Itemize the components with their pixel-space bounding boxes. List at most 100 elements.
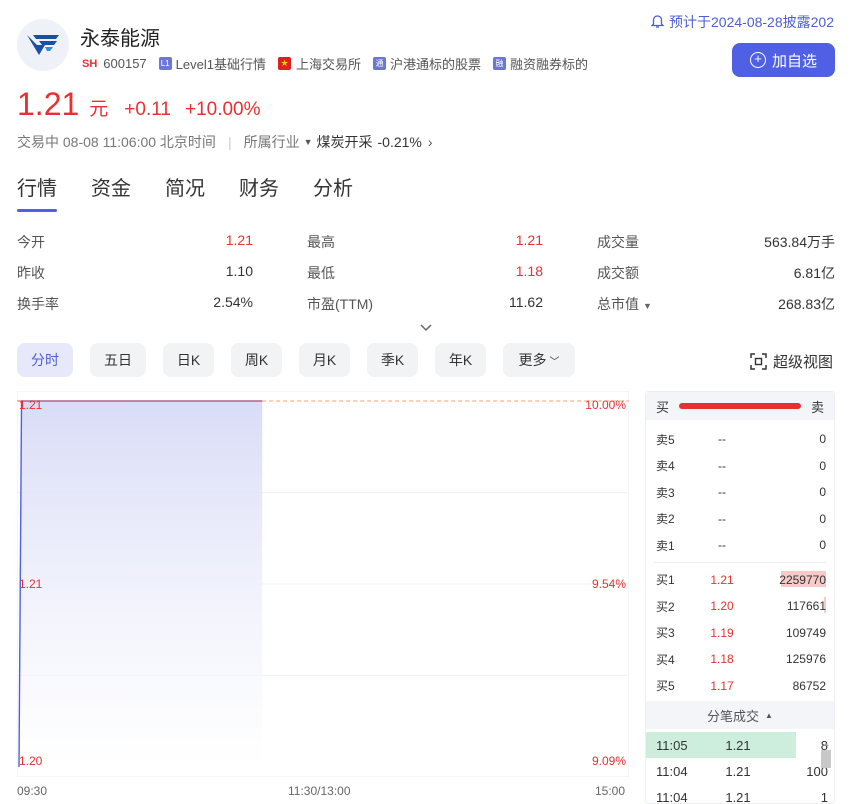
add-watchlist-button[interactable]: + 加自选 [732,43,835,77]
level-price: -- [718,511,726,526]
y-label-right: 10.00% [585,398,626,412]
level-price: -- [718,458,726,473]
stat-pe: 市盈(TTM) 11.62 [307,293,543,312]
level-label: 买4 [656,652,675,667]
period-yearly[interactable]: 年K [435,343,486,377]
bid-row: 买4 1.18 125976 [646,646,834,673]
level-label: 买5 [656,679,675,694]
bid-levels: 买1 1.21 2259770 买2 1.20 117661 买3 1.19 109749 买4 1… [646,563,834,700]
disclosure-notice[interactable]: 预计于2024-08-28披露202 [651,12,834,32]
level-volume: 117661 [786,597,826,614]
x-label-close: 15:00 [595,784,626,798]
divider: | [227,134,232,150]
stats-row: 昨收 1.10 最低 1.18 成交额 6.81亿 [17,257,835,288]
tick-price: 1.21 [725,763,751,779]
tab-financials[interactable]: 财务 [239,172,279,201]
price-change: +0.11 [124,99,171,120]
stat-turnover-rate: 换手率 2.54% [17,293,253,312]
bid-row: 买3 1.19 109749 [646,620,834,647]
tab-profile[interactable]: 简况 [165,172,205,201]
stock-logo [17,19,69,71]
period-daily[interactable]: 日K [163,343,214,377]
stock-code: 600157 [103,56,147,71]
price-unit: 元 [89,99,109,120]
level-volume: 0 [819,485,826,500]
period-monthly[interactable]: 月K [299,343,350,377]
level-volume: 125976 [785,652,826,667]
level-price: -- [718,485,726,500]
tick-volume: 100 [806,763,828,779]
tag-connect: 通沪港通标的股票 [373,54,481,73]
industry-label: 所属行业 [243,134,300,150]
stat-market-cap[interactable]: 总市值 ▼ 268.83亿 [597,294,835,314]
period-quarterly[interactable]: 季K [367,343,418,377]
caret-down-icon: ▼ [303,137,313,147]
ask-row: 卖5 -- 0 [646,426,834,453]
period-more[interactable]: 更多 ﹀ [503,343,575,377]
buy-sell-ratio: 买 卖 [646,392,834,420]
trade-status: 交易中 08-08 11:06:00 北京时间 [17,134,216,150]
period-weekly[interactable]: 周K [231,343,282,377]
expand-stats-chevron-icon[interactable] [419,320,433,338]
level-volume: 0 [819,432,826,447]
level1-icon: L1 [158,57,172,70]
ask-row: 卖3 -- 0 [646,479,834,506]
stat-prev-close: 昨收 1.10 [17,262,253,281]
chevron-down-icon: ﹀ [549,356,560,368]
level-price: 1.19 [710,625,734,640]
level-volume: 0 [819,458,826,473]
intraday-chart[interactable]: 1.21 1.21 1.20 10.00% 9.54% 9.09% [17,391,629,777]
level-price: 1.18 [710,652,734,667]
industry-change: -0.21% [377,134,422,150]
y-label-left: 1.21 [19,398,43,412]
main-tabs: 行情 资金 简况 财务 分析 [17,172,387,212]
period-intraday[interactable]: 分时 [17,343,73,377]
y-label-left: 1.20 [19,754,43,768]
connect-icon: 通 [373,57,386,70]
margin-icon: 融 [493,57,507,70]
level-volume: 86752 [792,678,826,693]
x-label-midday: 11:30/13:00 [288,784,351,798]
tick-time: 11:05 [656,737,688,753]
level-volume: 0 [819,538,826,553]
level-label: 买1 [656,573,675,588]
ticks-toggle[interactable]: 分笔成交 ▲ [646,701,834,729]
tick-price: 1.21 [725,737,751,753]
level-price: -- [718,538,726,553]
industry-link[interactable]: ▼ 煤炭开采 -0.21% › [300,132,433,152]
stat-high: 最高 1.21 [307,231,543,250]
stat-volume: 成交量 563.84万手 [597,233,835,250]
tab-funds[interactable]: 资金 [91,172,131,201]
bid-row: 买2 1.20 117661 [646,593,834,620]
tick-price: 1.21 [725,789,751,804]
ticks-scrollbar[interactable] [820,740,832,800]
price-row: 1.21 元 +0.11 +10.00% [17,86,261,123]
ask-levels: 卖5 -- 0 卖4 -- 0 卖3 -- 0 卖2 -- 0 卖1 -- 0 [646,420,834,559]
price-change-pct: +10.00% [184,99,261,120]
level-volume: 109749 [785,625,826,640]
stock-tags: SH 600157 L1 Level1基础行情 ★ 上海交易所 通沪港通标的股票 融… [82,54,600,73]
status-row: 交易中 08-08 11:06:00 北京时间 | 所属行业 ▼ 煤炭开采 -0… [17,132,433,152]
plus-circle-icon: + [749,52,766,68]
level-label: 卖2 [656,512,675,527]
tick-row: 11:04 1.21 1 [646,784,834,804]
y-label-left: 1.21 [19,577,43,591]
tag-margin: 融融资融券标的 [493,54,588,73]
y-label-right: 9.09% [592,754,626,768]
stats-grid: 今开 1.21 最高 1.21 成交量 563.84万手 昨收 1.10 最低 1.18 … [17,226,835,319]
tab-quote[interactable]: 行情 [17,172,57,212]
period-5day[interactable]: 五日 [90,343,146,377]
super-view-button[interactable]: 超级视图 [750,351,833,372]
tick-list: 11:05 1.21 8 11:04 1.21 100 11:04 1.21 1 [646,729,834,804]
tick-row: 11:05 1.21 8 [646,732,834,758]
current-price: 1.21 [17,86,80,122]
tab-analysis[interactable]: 分析 [313,172,353,201]
stats-row: 换手率 2.54% 市盈(TTM) 11.62 总市值 ▼ 268.83亿 [17,288,835,319]
tick-row: 11:04 1.21 100 [646,758,834,784]
tick-volume: 8 [768,738,828,753]
level-label: 卖5 [656,432,675,447]
level-price: 1.20 [710,599,734,614]
ask-row: 卖4 -- 0 [646,453,834,480]
caret-down-icon: ▼ [643,300,652,311]
tag-exchange: ★ 上海交易所 [277,54,361,73]
